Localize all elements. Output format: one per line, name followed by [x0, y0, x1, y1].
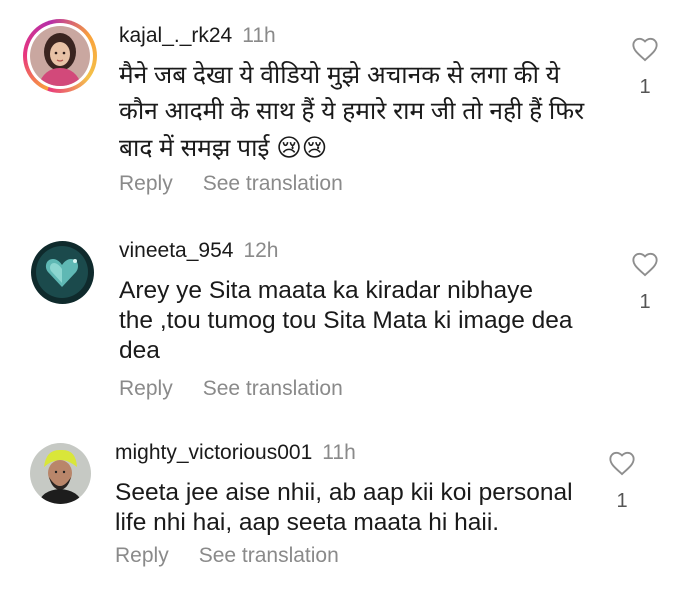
username[interactable]: vineeta_954: [119, 239, 233, 262]
heart-icon[interactable]: [631, 36, 659, 62]
crying-emoji: 😢😢: [276, 133, 328, 162]
comment-text-line: life nhi hai, aap seeta maata hi haii.: [115, 509, 500, 536]
like-control: 1: [630, 36, 660, 99]
comment-meta: mighty_victorious001 11h: [115, 441, 356, 465]
comment-text-line: Seeta jee aise nhii, ab aap kii koi pers…: [115, 479, 573, 506]
timestamp: 11h: [242, 24, 276, 47]
like-control: 1: [630, 251, 660, 314]
comment-text: Seeta jee aise nhii, ab aap kii koi pers…: [115, 478, 573, 538]
see-translation-button[interactable]: See translation: [203, 172, 343, 195]
comment-text-line: Arey ye Sita maata ka kiradar nibhaye: [119, 277, 533, 304]
username[interactable]: kajal_._rk24: [119, 24, 232, 47]
comment-actions: Reply See translation: [119, 377, 343, 401]
comment-text-fragment: बाद में समझ पाई: [119, 135, 270, 162]
see-translation-button[interactable]: See translation: [203, 377, 343, 400]
comment-text-line: बाद में समझ पाई 😢😢: [119, 133, 584, 164]
reply-button[interactable]: Reply: [115, 544, 169, 567]
comment-text-line: the ,tou tumog tou Sita Mata ki image de…: [119, 307, 573, 334]
timestamp: 12h: [243, 239, 279, 262]
like-count: 1: [616, 490, 628, 512]
comment-meta: vineeta_954 12h: [119, 239, 278, 263]
comment-actions: Reply See translation: [119, 172, 343, 196]
reply-button[interactable]: Reply: [119, 172, 173, 195]
see-translation-button[interactable]: See translation: [199, 544, 339, 567]
avatar[interactable]: [30, 443, 91, 504]
like-count: 1: [639, 291, 651, 313]
comment-text-line: मैने जब देखा ये वीडियो मुझे अचानक से लगा…: [119, 62, 560, 89]
like-control: 1: [607, 450, 637, 513]
heart-icon[interactable]: [608, 450, 636, 476]
comment-text-line: dea: [119, 337, 160, 364]
comment-actions: Reply See translation: [115, 544, 339, 568]
like-count: 1: [639, 76, 651, 98]
comment-text: मैने जब देखा ये वीडियो मुझे अचानक से लगा…: [119, 61, 584, 164]
avatar[interactable]: [30, 26, 90, 86]
avatar[interactable]: [31, 241, 94, 304]
comment-text-line: कौन आदमी के साथ हैं ये हमारे राम जी तो न…: [119, 98, 585, 125]
username[interactable]: mighty_victorious001: [115, 441, 312, 464]
reply-button[interactable]: Reply: [119, 377, 173, 400]
comment-meta: kajal_._rk24 11h: [119, 24, 276, 48]
timestamp: 11h: [322, 441, 356, 464]
comment-text: Arey ye Sita maata ka kiradar nibhaye th…: [119, 276, 573, 366]
heart-icon[interactable]: [631, 251, 659, 277]
